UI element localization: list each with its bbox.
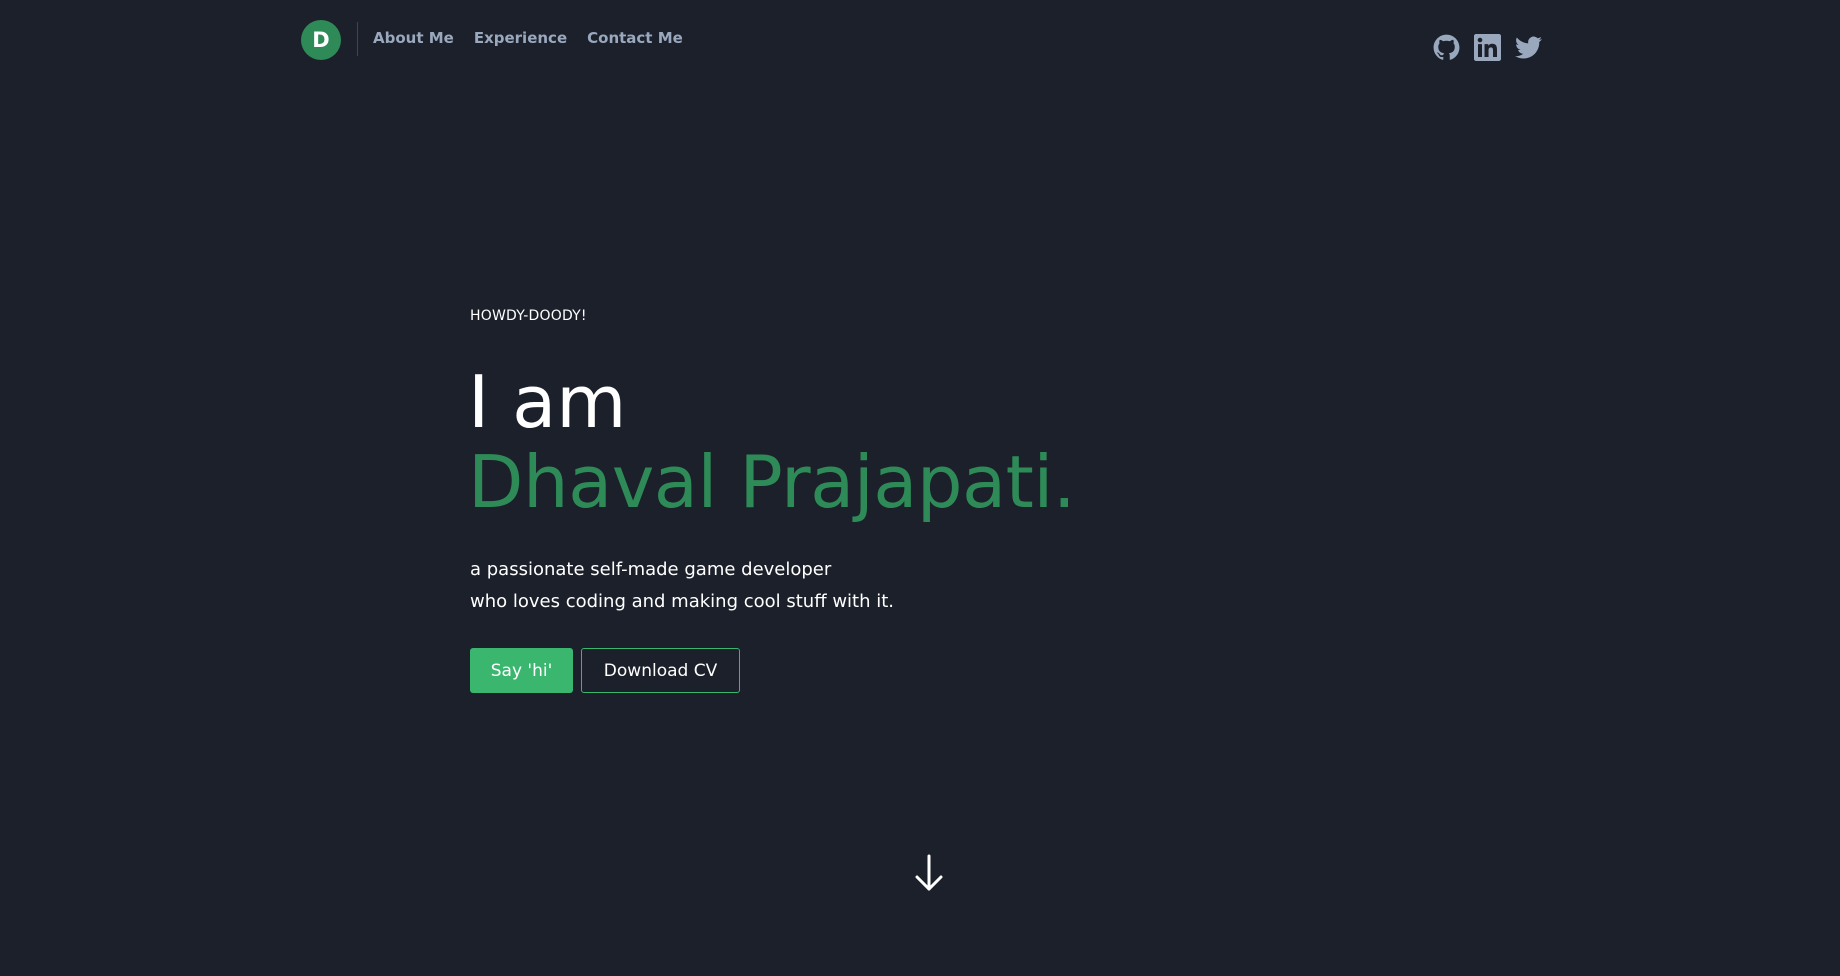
social-links (1433, 34, 1542, 61)
linkedin-icon[interactable] (1474, 34, 1501, 61)
nav-divider (357, 22, 358, 56)
nav-link-contact-me[interactable]: Contact Me (587, 29, 683, 47)
download-cv-button[interactable]: Download CV (581, 648, 740, 693)
nav-link-about-me[interactable]: About Me (373, 29, 454, 47)
twitter-icon[interactable] (1515, 34, 1542, 61)
logo-avatar[interactable]: D (301, 20, 341, 60)
logo-letter: D (312, 28, 330, 52)
say-hi-button[interactable]: Say 'hi' (470, 648, 573, 693)
tagline-line-1: a passionate self-made game developer (470, 559, 832, 580)
page: D About Me Experience Contact Me HOWDY-D… (0, 0, 1840, 976)
hero-headline: I am Dhaval Prajapati. (468, 360, 1076, 524)
hero-tagline: a passionate self-made game developer wh… (470, 554, 894, 618)
headline-intro: I am (468, 360, 627, 444)
main-nav: About Me Experience Contact Me (373, 29, 683, 47)
tagline-line-2: who loves coding and making cool stuff w… (470, 591, 895, 612)
greeting-text: HOWDY-DOODY! (470, 308, 587, 324)
arrow-down-icon[interactable] (912, 853, 946, 893)
github-icon[interactable] (1433, 34, 1460, 61)
nav-link-experience[interactable]: Experience (474, 29, 567, 47)
headline-name: Dhaval Prajapati. (468, 440, 1076, 524)
